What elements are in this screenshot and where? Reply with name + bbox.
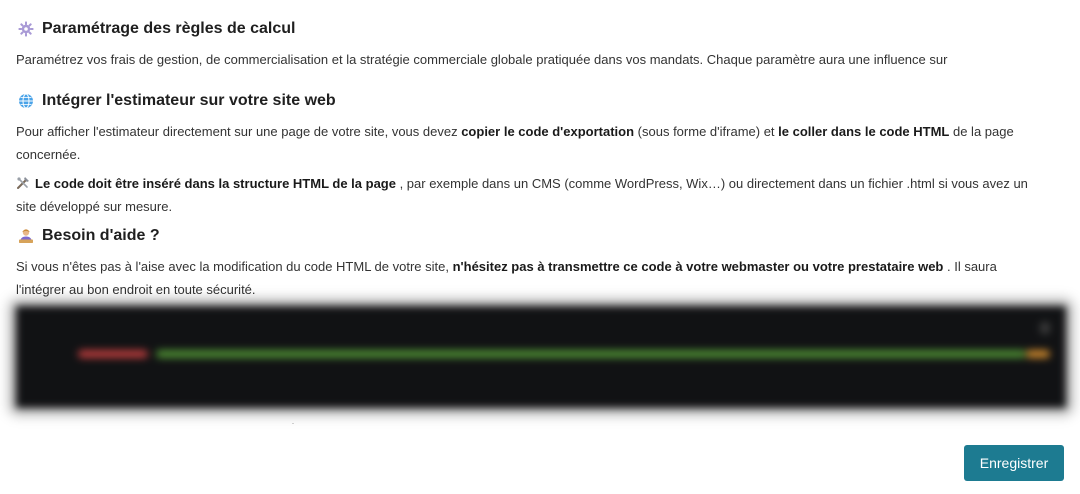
globe-icon bbox=[18, 93, 34, 109]
gear-icon bbox=[18, 21, 34, 37]
section-note-integrer: Le code doit être inséré dans la structu… bbox=[16, 172, 1046, 218]
section-text-aide: Si vous n'êtes pas à l'aise avec la modi… bbox=[16, 255, 1046, 301]
code-scroll-indicator[interactable] bbox=[1040, 322, 1050, 334]
section-title-aide: Besoin d'aide ? bbox=[18, 227, 160, 245]
section-text-integrer: Pour afficher l'estimateur directement s… bbox=[16, 120, 1046, 166]
section-title-text: Paramétrage des règles de calcul bbox=[42, 20, 296, 37]
section-title-text: Besoin d'aide ? bbox=[42, 227, 160, 244]
save-button[interactable]: Enregistrer bbox=[964, 445, 1064, 481]
text-segment: Si vous n'êtes pas à l'aise avec la modi… bbox=[16, 259, 453, 274]
text-segment: Pour afficher l'estimateur directement s… bbox=[16, 124, 462, 139]
section-title-text: Intégrer l'estimateur sur votre site web bbox=[42, 92, 336, 109]
code-attr-fragment bbox=[1026, 350, 1050, 358]
bold-copy-code: copier le code d'exportation bbox=[461, 124, 635, 139]
person-icon bbox=[18, 228, 34, 244]
tools-icon bbox=[16, 174, 30, 189]
divider-dot bbox=[292, 423, 294, 424]
section-title-calcul: Paramétrage des règles de calcul bbox=[18, 20, 295, 38]
code-tag-fragment bbox=[78, 350, 148, 358]
bold-paste-code: le coller dans le code HTML bbox=[778, 124, 950, 139]
text-segment: (sous forme d'iframe) et bbox=[634, 124, 779, 139]
section-text-calcul: Paramétrez vos frais de gestion, de comm… bbox=[16, 52, 948, 67]
bold-insert-note: Le code doit être inséré dans la structu… bbox=[35, 176, 396, 191]
code-url-fragment bbox=[156, 350, 1026, 358]
section-title-integrer: Intégrer l'estimateur sur votre site web bbox=[18, 92, 336, 110]
bold-webmaster: n'hésitez pas à transmettre ce code à vo… bbox=[452, 259, 944, 274]
export-code-box[interactable] bbox=[16, 306, 1066, 408]
